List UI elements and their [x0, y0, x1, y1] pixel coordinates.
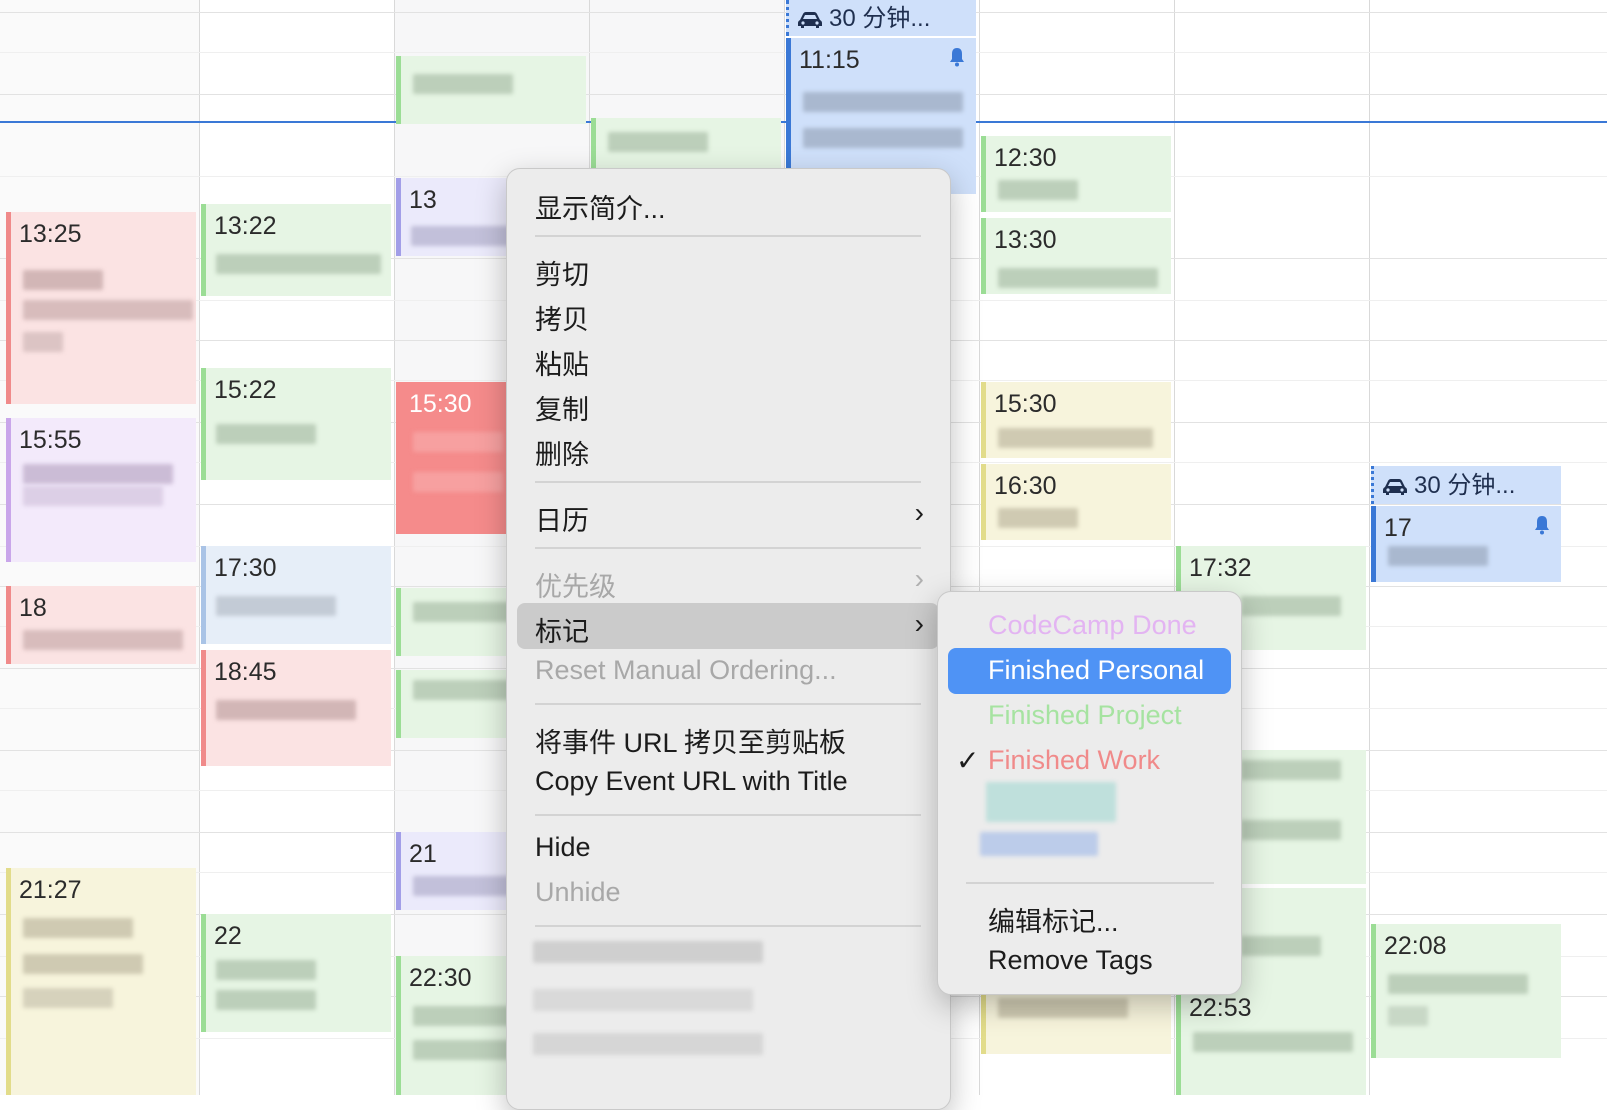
event-block[interactable]: 22 [201, 914, 391, 1032]
event-block[interactable]: 18 [6, 586, 196, 664]
menu-item-cut[interactable]: 剪切 [535, 253, 589, 292]
menu-separator [535, 547, 921, 549]
checkmark-icon: ✓ [956, 745, 980, 776]
menu-separator [535, 814, 921, 816]
menu-item-edit-tags[interactable]: 编辑标记... [988, 900, 1119, 939]
event-block[interactable]: 16:30 [981, 464, 1171, 540]
menu-item-remove-tags[interactable]: Remove Tags [988, 945, 1153, 976]
menu-separator [535, 235, 921, 237]
chevron-right-icon: › [914, 608, 924, 639]
event-block[interactable]: 13:22 [201, 204, 391, 296]
event-time: 11:15 [799, 46, 860, 74]
event-block[interactable]: 17 [1371, 506, 1561, 582]
redacted-tag-item[interactable] [986, 782, 1116, 822]
event-time: 21 [409, 840, 437, 868]
event-time: 12:30 [994, 144, 1057, 172]
tag-item-codecamp-done[interactable]: CodeCamp Done [988, 610, 1197, 641]
event-time: 18:45 [214, 658, 277, 686]
menu-item-copy-url-title[interactable]: Copy Event URL with Title [535, 766, 848, 797]
event-time: 22:30 [409, 964, 472, 992]
redacted-tag-item[interactable] [980, 832, 1098, 856]
event-time: 15:22 [214, 376, 277, 404]
chevron-right-icon: › [914, 497, 924, 528]
menu-item-unhide: Unhide [535, 877, 621, 907]
menu-item-copy-url[interactable]: 将事件 URL 拷贝至剪贴板 [535, 721, 846, 760]
event-time: 15:30 [409, 390, 472, 418]
chevron-right-icon: › [914, 563, 924, 594]
event-time: 15:55 [19, 426, 82, 454]
event-block[interactable]: 13:25 [6, 212, 196, 404]
event-block[interactable]: 21 [396, 832, 516, 910]
event-time: 21:27 [19, 876, 82, 904]
menu-item-delete[interactable]: 删除 [535, 433, 589, 472]
event-block[interactable]: 18:45 [201, 650, 391, 766]
redacted-menu-item[interactable] [533, 989, 753, 1011]
event-time: 13:30 [994, 226, 1057, 254]
menu-item-priority: 优先级 [535, 572, 616, 602]
event-block[interactable] [981, 992, 1171, 1054]
menu-item-show-info[interactable]: 显示简介... [535, 187, 666, 226]
event-time: 17:30 [214, 554, 277, 582]
event-block[interactable]: 12:30 [981, 136, 1171, 212]
event-time: 22 [214, 922, 242, 950]
car-icon [1382, 469, 1408, 509]
event-block[interactable] [396, 588, 516, 656]
event-time: 18 [19, 594, 47, 622]
menu-item-calendar[interactable]: 日历 [535, 499, 589, 538]
travel-time-label: 30 分钟... [829, 5, 931, 32]
event-block[interactable]: 22:53 [1176, 986, 1366, 1095]
menu-item-hide[interactable]: Hide [535, 832, 591, 863]
menu-separator [535, 703, 921, 705]
event-time: 13:22 [214, 212, 277, 240]
event-block[interactable]: 15:30 [396, 382, 516, 534]
event-block[interactable]: 21:27 [6, 868, 196, 1095]
event-block[interactable]: 15:22 [201, 368, 391, 480]
event-block[interactable] [396, 56, 586, 124]
tag-item-finished-work[interactable]: Finished Work [988, 745, 1160, 776]
redacted-menu-item[interactable] [533, 1033, 763, 1055]
travel-time-block[interactable]: 30 分钟... [1371, 466, 1561, 504]
event-time: 22:08 [1384, 932, 1447, 960]
bell-icon [1531, 514, 1553, 536]
menu-separator [535, 481, 921, 483]
tags-submenu: CodeCamp Done Finished Personal Finished… [937, 591, 1242, 995]
event-time: 16:30 [994, 472, 1057, 500]
event-block[interactable]: 22:08 [1371, 924, 1561, 1058]
menu-item-reset-ordering: Reset Manual Ordering... [535, 655, 837, 685]
event-block[interactable]: 15:30 [981, 382, 1171, 458]
redacted-menu-item[interactable] [533, 941, 763, 963]
event-block[interactable]: 22:30 [396, 956, 516, 1095]
menu-item-tags[interactable]: 标记 [535, 610, 589, 649]
event-block[interactable] [591, 118, 781, 170]
event-time: 17:32 [1189, 554, 1252, 582]
bell-icon [946, 46, 968, 68]
tag-item-finished-personal[interactable]: Finished Personal [988, 655, 1204, 686]
menu-item-paste[interactable]: 粘贴 [535, 343, 589, 382]
menu-item-duplicate[interactable]: 复制 [535, 388, 589, 427]
event-time: 13 [409, 186, 437, 214]
event-time: 22:53 [1189, 994, 1252, 1022]
event-block[interactable] [396, 670, 516, 738]
menu-separator [535, 925, 921, 927]
event-block[interactable]: 13 [396, 178, 516, 256]
tag-item-finished-project[interactable]: Finished Project [988, 700, 1182, 731]
event-time: 15:30 [994, 390, 1057, 418]
travel-time-label: 30 分钟... [1414, 472, 1516, 499]
event-context-menu: 显示简介... 剪切 拷贝 粘贴 复制 删除 日历 › 优先级 › 标记 › R… [506, 168, 951, 1110]
event-time: 17 [1384, 514, 1412, 542]
event-block[interactable]: 13:30 [981, 218, 1171, 294]
event-block[interactable]: 17:30 [201, 546, 391, 644]
menu-separator [966, 882, 1214, 884]
menu-item-copy[interactable]: 拷贝 [535, 298, 589, 337]
event-block[interactable]: 15:55 [6, 418, 196, 562]
event-time: 13:25 [19, 220, 82, 248]
car-icon [797, 3, 823, 41]
travel-time-block[interactable]: 30 分钟... [786, 0, 976, 36]
